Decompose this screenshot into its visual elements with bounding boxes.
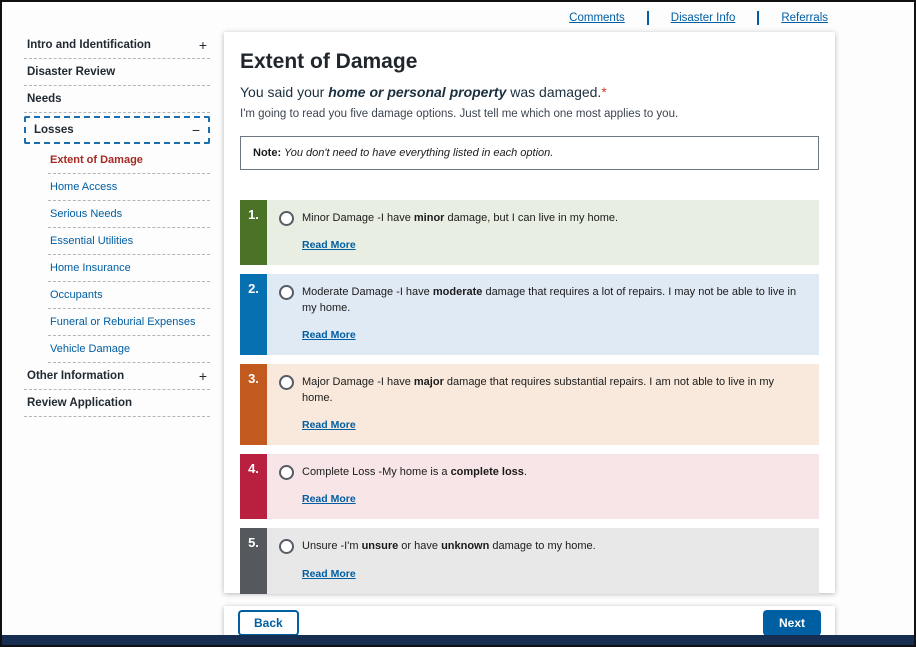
next-button[interactable]: Next <box>763 610 821 636</box>
sidebar-item-needs[interactable]: Needs <box>24 86 210 113</box>
damage-option-row-3: 3. Major Damage -I have major damage tha… <box>240 364 819 445</box>
sidebar-item-label: Review Application <box>27 397 132 409</box>
note-text: You don't need to have everything listed… <box>281 147 553 159</box>
nav-divider <box>757 11 759 25</box>
option-radio[interactable] <box>279 285 294 300</box>
option-radio[interactable] <box>279 375 294 390</box>
read-more-link[interactable]: Read More <box>302 493 356 505</box>
option-number-badge: 3. <box>240 364 267 445</box>
option-radio[interactable] <box>279 539 294 554</box>
referrals-link[interactable]: Referrals <box>781 12 828 24</box>
damage-option-row-4: 4. Complete Loss -My home is a complete … <box>240 454 819 519</box>
sidebar-subitem-home-insurance[interactable]: Home Insurance <box>48 255 210 282</box>
option-label: Major Damage -I have major damage that r… <box>302 375 807 406</box>
option-number-badge: 2. <box>240 274 267 355</box>
sidebar-subitem-extent-of-damage[interactable]: Extent of Damage <box>48 147 210 174</box>
sidebar-item-losses[interactable]: Losses − <box>24 116 210 144</box>
comments-link[interactable]: Comments <box>569 12 625 24</box>
question-text-emphasis: home or personal property <box>328 84 506 100</box>
sidebar-subitem-home-access[interactable]: Home Access <box>48 174 210 201</box>
option-body: Major Damage -I have major damage that r… <box>267 364 819 445</box>
read-more-link[interactable]: Read More <box>302 568 356 580</box>
sidebar-item-disaster-review[interactable]: Disaster Review <box>24 59 210 86</box>
damage-option-row-5: 5. Unsure -I'm unsure or have unknown da… <box>240 528 819 593</box>
sidebar-subitem-vehicle-damage[interactable]: Vehicle Damage <box>48 336 210 363</box>
collapse-icon[interactable]: − <box>192 125 200 135</box>
read-more-link[interactable]: Read More <box>302 419 356 431</box>
option-body: Unsure -I'm unsure or have unknown damag… <box>267 528 819 593</box>
sidebar-item-label: Losses <box>34 124 74 136</box>
sidebar-subitem-essential-utilities[interactable]: Essential Utilities <box>48 228 210 255</box>
option-label: Unsure -I'm unsure or have unknown damag… <box>302 539 596 554</box>
expand-icon[interactable]: + <box>199 371 207 381</box>
note-label: Note: <box>253 147 281 159</box>
sidebar-item-label: Other Information <box>27 370 124 382</box>
damage-options-list: 1. Minor Damage -I have minor damage, bu… <box>240 200 819 594</box>
losses-sublist: Extent of Damage Home Access Serious Nee… <box>24 147 210 363</box>
sidebar-item-other-information[interactable]: Other Information + <box>24 363 210 390</box>
option-body: Complete Loss -My home is a complete los… <box>267 454 819 519</box>
read-more-link[interactable]: Read More <box>302 239 356 251</box>
sidebar-subitem-funeral-or-reburial-expenses[interactable]: Funeral or Reburial Expenses <box>48 309 210 336</box>
option-number-badge: 1. <box>240 200 267 265</box>
sidebar-item-label: Disaster Review <box>27 66 115 78</box>
option-number-badge: 4. <box>240 454 267 519</box>
option-label: Complete Loss -My home is a complete los… <box>302 465 527 480</box>
question-text-post: was damaged. <box>506 84 601 100</box>
damage-option-row-2: 2. Moderate Damage -I have moderate dama… <box>240 274 819 355</box>
sidebar-item-intro-and-identification[interactable]: Intro and Identification + <box>24 32 210 59</box>
note-box: Note: You don't need to have everything … <box>240 136 819 170</box>
main-panel: Extent of Damage You said your home or p… <box>224 32 835 593</box>
option-radio[interactable] <box>279 211 294 226</box>
option-body: Minor Damage -I have minor damage, but I… <box>267 200 819 265</box>
question-text: You said your home or personal property … <box>240 84 819 100</box>
nav-divider <box>647 11 649 25</box>
sidebar-subitem-serious-needs[interactable]: Serious Needs <box>48 201 210 228</box>
read-more-link[interactable]: Read More <box>302 329 356 341</box>
page-title: Extent of Damage <box>240 50 819 74</box>
sidebar-item-label: Needs <box>27 93 62 105</box>
disaster-info-link[interactable]: Disaster Info <box>671 12 736 24</box>
top-nav: Comments Disaster Info Referrals <box>569 11 828 25</box>
expand-icon[interactable]: + <box>199 40 207 50</box>
option-number-badge: 5. <box>240 528 267 593</box>
app-window: Comments Disaster Info Referrals Intro a… <box>0 0 916 647</box>
sidebar: Intro and Identification + Disaster Revi… <box>24 32 210 417</box>
damage-option-row-1: 1. Minor Damage -I have minor damage, bu… <box>240 200 819 265</box>
intro-text: I'm going to read you five damage option… <box>240 108 819 120</box>
sidebar-item-label: Intro and Identification <box>27 39 151 51</box>
option-label: Moderate Damage -I have moderate damage … <box>302 285 807 316</box>
sidebar-item-review-application[interactable]: Review Application <box>24 390 210 417</box>
back-button[interactable]: Back <box>238 610 299 636</box>
option-label: Minor Damage -I have minor damage, but I… <box>302 211 618 226</box>
sidebar-subitem-occupants[interactable]: Occupants <box>48 282 210 309</box>
required-asterisk: * <box>601 84 606 100</box>
question-text-pre: You said your <box>240 84 328 100</box>
footer-bar <box>2 635 914 645</box>
option-body: Moderate Damage -I have moderate damage … <box>267 274 819 355</box>
option-radio[interactable] <box>279 465 294 480</box>
